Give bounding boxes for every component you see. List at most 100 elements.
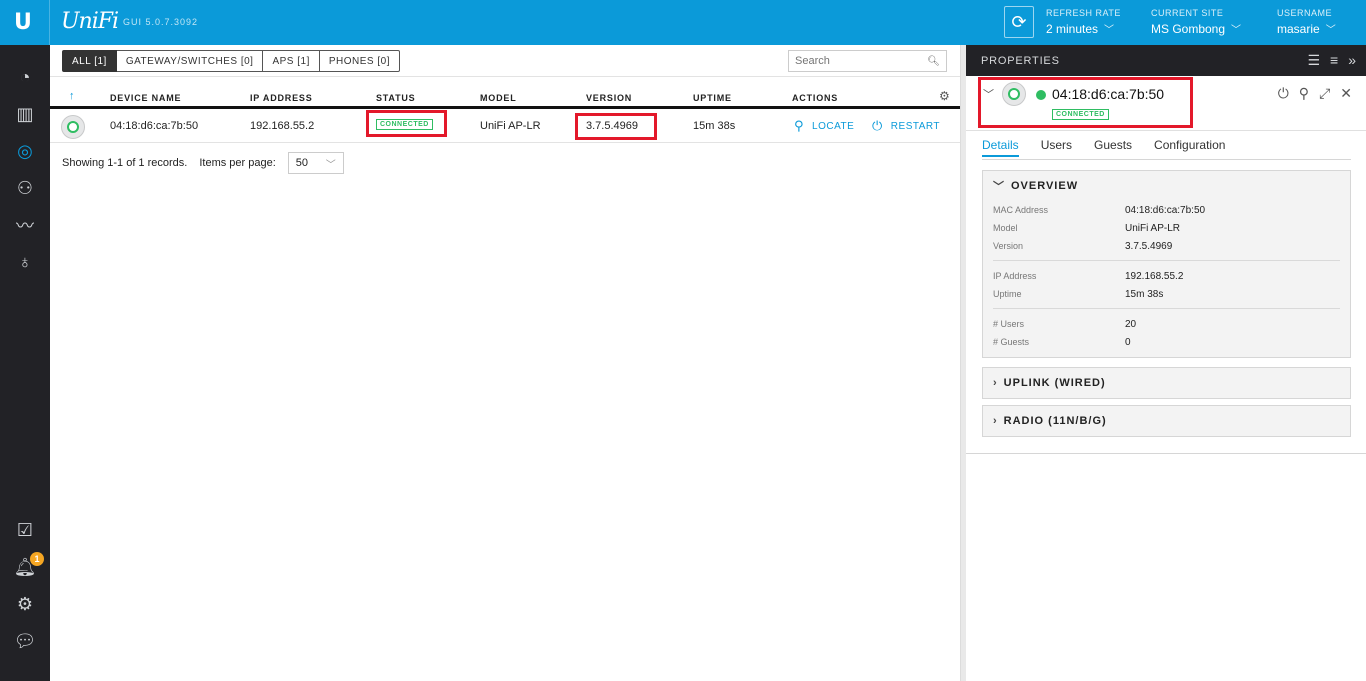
cell-model: UniFi AP-LR	[480, 120, 541, 132]
locate-pin-icon[interactable]: ⚲	[1299, 85, 1309, 102]
restart-button[interactable]: ⏻ RESTART	[872, 118, 940, 134]
properties-panel: PROPERTIES ☰ ≡ » ﹀ 04:18:d6:ca:7b:50 CON…	[966, 45, 1366, 681]
chevron-right-icon: ›	[993, 377, 998, 389]
search-icon[interactable]: 🔍︎	[927, 56, 940, 67]
tabs-divider	[982, 159, 1351, 160]
overview-toggle[interactable]: ﹀ OVERVIEW	[983, 171, 1350, 201]
radio-toggle[interactable]: › RADIO (11N/B/G)	[983, 406, 1350, 436]
highlight-box-version	[575, 113, 657, 140]
ubiquiti-u-icon: U	[14, 10, 32, 35]
col-ip-address[interactable]: IP ADDRESS	[250, 93, 313, 103]
cell-device-name: 04:18:d6:ca:7b:50	[110, 120, 199, 132]
uplink-section: › UPLINK (WIRED)	[982, 367, 1351, 399]
table-row[interactable]: 04:18:d6:ca:7b:50 192.168.55.2 CONNECTED…	[50, 109, 960, 143]
col-model[interactable]: MODEL	[480, 93, 517, 103]
items-per-page-value: 50	[295, 157, 309, 169]
divider	[50, 76, 960, 77]
col-uptime[interactable]: UPTIME	[693, 93, 732, 103]
divider	[993, 308, 1340, 309]
current-site-dropdown[interactable]: CURRENT SITE MS Gombong ﹀	[1151, 8, 1241, 36]
username-value: masarie	[1277, 21, 1320, 36]
settings-gears-icon[interactable]: ⚙	[13, 592, 37, 616]
chat-bubble-icon[interactable]: 💬︎	[13, 629, 37, 653]
guests-label: # Guests	[993, 337, 1030, 347]
statistics-icon[interactable]: 〰	[13, 213, 37, 237]
refresh-icon: ⟳	[1011, 11, 1027, 32]
divider	[966, 453, 1366, 454]
users-value: 20	[1125, 318, 1137, 330]
restart-label: RESTART	[890, 120, 941, 132]
sort-lines-icon[interactable]: ☰	[1307, 52, 1320, 69]
clients-icon[interactable]: ⚇	[13, 176, 37, 200]
current-site-label: CURRENT SITE	[1151, 8, 1224, 18]
sort-arrow-up-icon[interactable]: ↑	[69, 90, 75, 102]
chevron-down-icon: ﹀	[325, 159, 336, 171]
highlight-box-device	[978, 77, 1193, 128]
table-header: ↑ DEVICE NAME IP ADDRESS STATUS MODEL VE…	[50, 89, 960, 106]
record-count: Showing 1-1 of 1 records.	[62, 157, 188, 169]
power-icon: ⏻	[872, 118, 883, 133]
uptime-label: Uptime	[993, 289, 1022, 299]
chevron-down-icon: ﹀	[1231, 25, 1242, 36]
uptime-value: 15m 38s	[1125, 288, 1164, 300]
refresh-button[interactable]: ⟳	[1004, 6, 1034, 38]
menu-icon[interactable]: ≡	[1330, 52, 1338, 69]
top-bar: U UniFi GUI 5.0.7.3092 ⟳ REFRESH RATE 2 …	[0, 0, 1366, 45]
locate-button[interactable]: ⚲ LOCATE	[794, 118, 854, 134]
properties-tabs: Details Users Guests Configuration	[982, 138, 1225, 157]
left-nav: ◔ ▥ ◎ ⚇ 〰 ♁ ☑ 🔔︎ 1 ⚙ 💬︎	[0, 45, 50, 681]
radio-section: › RADIO (11N/B/G)	[982, 405, 1351, 437]
overview-title: OVERVIEW	[1011, 180, 1079, 192]
filter-phones[interactable]: PHONES [0]	[319, 50, 400, 72]
locate-label: LOCATE	[812, 120, 855, 132]
devices-main: ALL [1] GATEWAY/SWITCHES [0] APS [1] PHO…	[50, 45, 960, 681]
tab-guests[interactable]: Guests	[1094, 138, 1132, 157]
tab-configuration[interactable]: Configuration	[1154, 138, 1225, 157]
users-label: # Users	[993, 319, 1025, 329]
username-dropdown[interactable]: USERNAME masarie ﹀	[1277, 8, 1336, 36]
insights-lightbulb-icon[interactable]: ♁	[13, 250, 37, 274]
properties-title: PROPERTIES	[981, 55, 1060, 67]
items-per-page-select[interactable]: 50 ﹀	[287, 152, 344, 174]
search-input[interactable]	[795, 55, 928, 67]
events-checkbox-icon[interactable]: ☑	[13, 518, 37, 542]
highlight-box-status	[366, 110, 447, 137]
version-value: 3.7.5.4969	[1125, 240, 1173, 252]
properties-header: PROPERTIES ☰ ≡ »	[966, 45, 1366, 76]
ubiquiti-logo-tile[interactable]: U	[0, 0, 50, 45]
mac-value: 04:18:d6:ca:7b:50	[1125, 204, 1206, 216]
model-label: Model	[993, 223, 1018, 233]
filter-all[interactable]: ALL [1]	[62, 50, 117, 72]
cell-ip-address: 192.168.55.2	[250, 120, 315, 132]
col-version[interactable]: VERSION	[586, 93, 632, 103]
refresh-rate-value: 2 minutes	[1046, 21, 1099, 36]
map-icon[interactable]: ▥	[13, 102, 37, 126]
expand-icon[interactable]: ⤢	[1319, 85, 1330, 102]
chevron-down-icon: ﹀	[1104, 25, 1115, 36]
username-label: USERNAME	[1277, 8, 1333, 18]
col-device-name[interactable]: DEVICE NAME	[110, 93, 181, 103]
search-box: 🔍︎	[788, 50, 947, 72]
col-status[interactable]: STATUS	[376, 93, 415, 103]
restart-power-icon[interactable]: ⏻	[1278, 85, 1289, 102]
chevron-right-icon: ›	[993, 415, 998, 427]
filter-gateway-switches[interactable]: GATEWAY/SWITCHES [0]	[116, 50, 264, 72]
gui-version: GUI 5.0.7.3092	[123, 17, 199, 27]
tab-details[interactable]: Details	[982, 138, 1019, 157]
current-site-value: MS Gombong	[1151, 21, 1226, 36]
device-filter-tabs: ALL [1] GATEWAY/SWITCHES [0] APS [1] PHO…	[62, 50, 400, 72]
column-settings-gear-icon[interactable]: ⚙	[939, 89, 950, 103]
tab-users[interactable]: Users	[1041, 138, 1072, 157]
alerts-badge: 1	[30, 552, 44, 566]
dashboard-icon[interactable]: ◔	[13, 65, 37, 89]
uplink-toggle[interactable]: › UPLINK (WIRED)	[983, 368, 1350, 398]
filter-aps[interactable]: APS [1]	[263, 50, 320, 72]
devices-icon[interactable]: ◎	[13, 139, 37, 163]
close-icon[interactable]: ✕	[1340, 85, 1352, 102]
refresh-rate-dropdown[interactable]: REFRESH RATE 2 minutes ﹀	[1046, 8, 1121, 36]
radio-title: RADIO (11N/B/G)	[1003, 415, 1107, 427]
overview-section: ﹀ OVERVIEW MAC Address 04:18:d6:ca:7b:50 M…	[982, 170, 1351, 358]
refresh-rate-label: REFRESH RATE	[1046, 8, 1121, 18]
collapse-panel-icon[interactable]: »	[1348, 52, 1356, 69]
cell-uptime: 15m 38s	[693, 120, 736, 132]
